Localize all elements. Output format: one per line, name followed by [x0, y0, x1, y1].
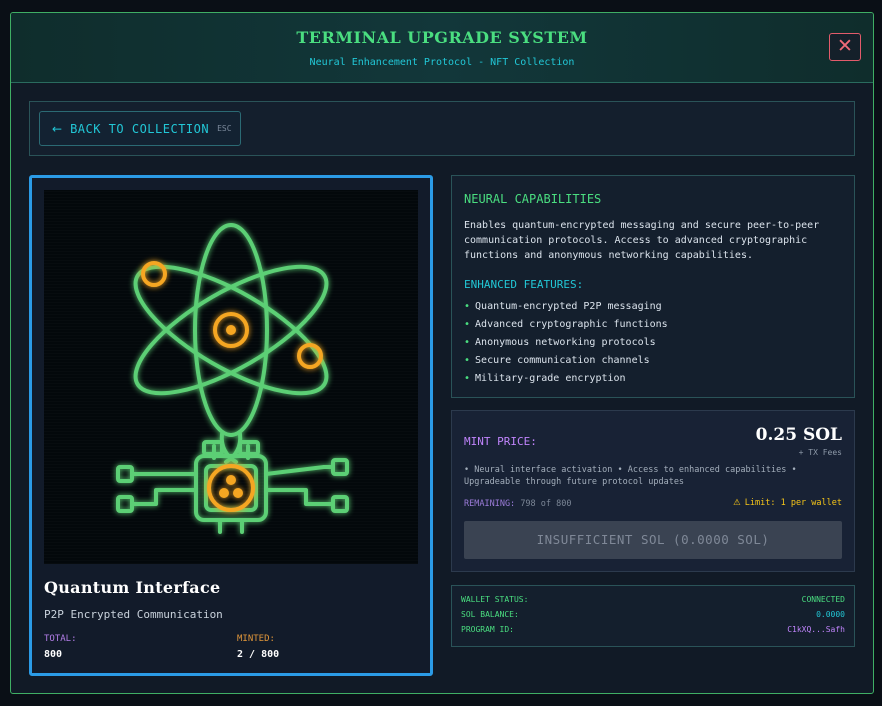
limit-text: Limit: 1 per wallet: [744, 498, 842, 508]
bullet-icon: •: [464, 373, 471, 384]
program-id-value[interactable]: C1kXQ...Safh: [787, 625, 845, 634]
feature-text: Quantum-encrypted P2P messaging: [475, 301, 662, 312]
wallet-status-label: WALLET STATUS:: [461, 595, 529, 604]
feature-text: Military-grade encryption: [475, 373, 626, 384]
atom-chip-icon: [116, 223, 349, 534]
remaining-value: 798 of 800: [520, 499, 572, 509]
list-item: • Quantum-encrypted P2P messaging: [464, 298, 668, 316]
total-value: 800: [44, 649, 63, 660]
wallet-status-panel: WALLET STATUS: CONNECTED SOL BALANCE: 0.…: [451, 585, 855, 647]
nft-card: Quantum Interface P2P Encrypted Communic…: [29, 175, 433, 676]
features-title: ENHANCED FEATURES:: [464, 278, 584, 291]
back-to-collection-button[interactable]: ← BACK TO COLLECTION ESC: [39, 111, 241, 146]
arrow-left-icon: ←: [52, 121, 63, 136]
mint-benefits: • Neural interface activation • Access t…: [464, 465, 797, 487]
warning-icon: ⚠: [733, 498, 741, 508]
program-id-row: PROGRAM ID: C1kXQ...Safh: [461, 625, 845, 637]
back-button-label: BACK TO COLLECTION: [70, 121, 210, 136]
bullet-icon: •: [464, 355, 471, 366]
list-item: • Advanced cryptographic functions: [464, 316, 668, 334]
esc-shortcut-hint: ESC: [217, 124, 232, 133]
bullet-icon: •: [464, 337, 471, 348]
tx-fees-note: + TX Fees: [798, 448, 842, 457]
upgrade-modal: TERMINAL UPGRADE SYSTEM Neural Enhanceme…: [10, 12, 874, 694]
bullet-icon: •: [464, 319, 471, 330]
nft-description: P2P Encrypted Communication: [44, 608, 223, 621]
wallet-status-row: WALLET STATUS: CONNECTED: [461, 595, 845, 607]
feature-text: Advanced cryptographic functions: [475, 319, 668, 330]
mint-price-label: MINT PRICE:: [464, 435, 537, 448]
mint-panel: MINT PRICE: 0.25 SOL + TX Fees • Neural …: [451, 410, 855, 572]
list-item: • Anonymous networking protocols: [464, 334, 668, 352]
list-item: • Secure communication channels: [464, 352, 668, 370]
modal-title: TERMINAL UPGRADE SYSTEM: [296, 28, 588, 47]
capabilities-panel: NEURAL CAPABILITIES Enables quantum-encr…: [451, 175, 855, 398]
sol-balance-label: SOL BALANCE:: [461, 610, 519, 619]
sol-balance-value: 0.0000: [816, 610, 845, 619]
program-id-label: PROGRAM ID:: [461, 625, 514, 634]
close-button[interactable]: ✕: [829, 33, 861, 61]
nft-artwork: [44, 190, 418, 564]
capabilities-description: Enables quantum-encrypted messaging and …: [464, 220, 820, 261]
nav-bar: ← BACK TO COLLECTION ESC: [29, 101, 855, 156]
bullet-icon: •: [464, 301, 471, 312]
total-label: TOTAL:: [44, 634, 77, 644]
mint-price-value: 0.25 SOL: [755, 425, 842, 445]
feature-text: Secure communication channels: [475, 355, 650, 366]
features-list: • Quantum-encrypted P2P messaging • Advanc…: [464, 298, 668, 388]
wallet-status-value: CONNECTED: [801, 595, 845, 604]
close-icon: ✕: [837, 35, 853, 57]
capabilities-title: NEURAL CAPABILITIES: [464, 192, 602, 206]
wallet-limit-notice: ⚠ Limit: 1 per wallet: [733, 498, 842, 508]
modal-subtitle: Neural Enhancement Protocol - NFT Collec…: [309, 57, 575, 68]
minted-label: MINTED:: [237, 634, 275, 644]
feature-text: Anonymous networking protocols: [475, 337, 656, 348]
modal-header: TERMINAL UPGRADE SYSTEM Neural Enhanceme…: [11, 13, 873, 83]
sol-balance-row: SOL BALANCE: 0.0000: [461, 610, 845, 622]
minted-value: 2 / 800: [237, 649, 280, 660]
nft-name: Quantum Interface: [44, 578, 221, 597]
list-item: • Military-grade encryption: [464, 370, 668, 388]
mint-button[interactable]: INSUFFICIENT SOL (0.0000 SOL): [464, 521, 842, 559]
remaining-supply: REMAINING: 798 of 800: [464, 499, 572, 509]
remaining-label: REMAINING:: [464, 499, 516, 509]
